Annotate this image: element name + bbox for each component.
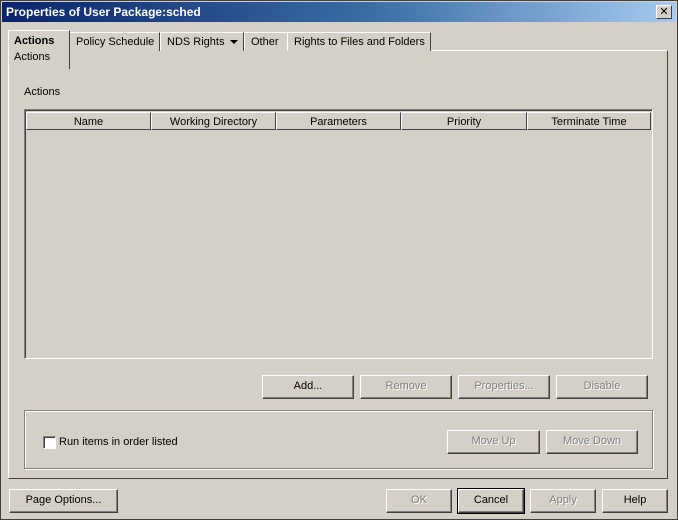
help-button[interactable]: Help [602,489,668,513]
actions-section-label: Actions [24,86,61,98]
tab-actions[interactable]: Actions Actions [8,30,70,69]
tab-nds-rights[interactable]: NDS Rights [160,32,244,51]
column-header-terminate-time[interactable]: Terminate Time [527,112,651,130]
page-options-button[interactable]: Page Options... [9,489,118,513]
move-up-button[interactable]: Move Up [447,430,540,454]
run-in-order-checkbox[interactable] [43,436,56,449]
window-title: Properties of User Package:sched [6,5,201,19]
add-button[interactable]: Add... [262,375,354,399]
properties-button[interactable]: Properties... [458,375,550,399]
disable-button[interactable]: Disable [556,375,648,399]
apply-button[interactable]: Apply [530,489,596,513]
cancel-button[interactable]: Cancel [457,488,525,514]
run-in-order-label[interactable]: Run items in order listed [59,436,178,448]
chevron-down-icon[interactable] [230,40,239,45]
tab-other[interactable]: Other [244,32,288,51]
actions-table[interactable]: Name Working Directory Parameters Priori… [24,109,653,359]
column-header-priority[interactable]: Priority [401,112,527,130]
tab-actions-label: Actions [14,35,55,47]
close-icon[interactable]: ✕ [656,5,672,19]
title-bar[interactable]: Properties of User Package:sched ✕ [2,2,676,22]
tab-rights-files-folders-label: Rights to Files and Folders [294,36,425,48]
tab-actions-sublabel[interactable]: Actions [14,50,50,64]
tab-policy-schedule[interactable]: Policy Schedule [69,32,160,51]
remove-button[interactable]: Remove [360,375,452,399]
column-header-name[interactable]: Name [26,112,151,130]
column-header-parameters[interactable]: Parameters [276,112,401,130]
tab-other-label: Other [251,36,279,48]
ok-button[interactable]: OK [386,489,452,513]
tab-policy-schedule-label: Policy Schedule [76,36,155,48]
column-header-working-directory[interactable]: Working Directory [151,112,276,130]
move-down-button[interactable]: Move Down [546,430,638,454]
tab-rights-files-folders[interactable]: Rights to Files and Folders [287,32,431,51]
tab-nds-rights-label: NDS Rights [167,36,225,48]
